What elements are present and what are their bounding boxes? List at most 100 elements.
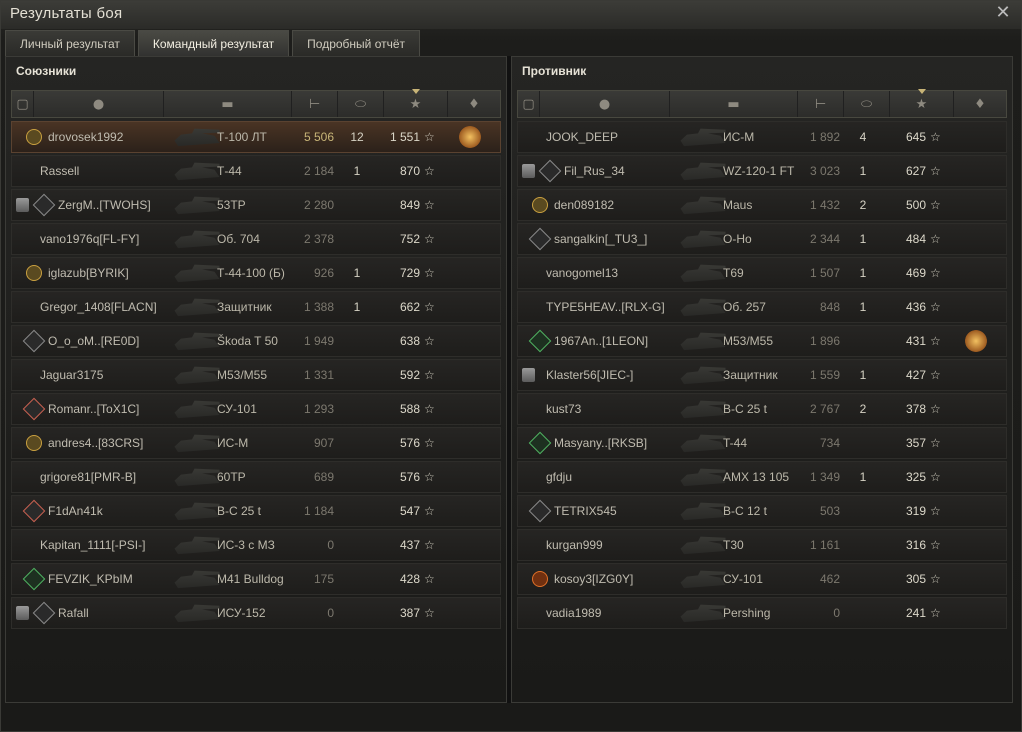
tank-icon[interactable]: ▬ [670,91,798,117]
damage-value: 1 293 [303,402,334,416]
player-row[interactable]: vanogomel13 T69 1 507 1 469 ☆ [517,257,1007,289]
xp-value: 547 [399,504,420,518]
kills-value [342,394,372,424]
squad-icon[interactable]: ▢ [12,91,34,117]
damage-value: 1 388 [303,300,334,314]
player-row[interactable]: Klaster56[JIEC-] Защитник 1 559 1 427 ☆ [517,359,1007,391]
tank-silhouette-icon [174,230,220,249]
player-row[interactable]: grigore81[PMR-B] 60TP 689 576 ☆ [11,461,501,493]
tank-silhouette-icon [174,536,220,555]
player-row[interactable]: JOOK_DEEP ИС-М 1 892 4 645 ☆ [517,121,1007,153]
player-row[interactable]: Rassell Т-44 2 184 1 870 ☆ [11,155,501,187]
medal-icon[interactable]: ♦ [954,91,1006,117]
player-row[interactable]: Romanr..[ToX1C] СУ-101 1 293 588 ☆ [11,393,501,425]
player-row[interactable]: kurgan999 T30 1 161 316 ☆ [517,529,1007,561]
player-row[interactable]: TYPE5HEAV..[RLX-G] Об. 257 848 1 436 ☆ [517,291,1007,323]
damage-value: 5 506 [303,130,334,144]
enemies-header: ▢ ● ▬ ⊢ ⬭ ★ ♦ [517,89,1007,118]
player-row[interactable]: Fil_Rus_34 WZ-120-1 FT 3 023 1 627 ☆ [517,155,1007,187]
player-row[interactable]: Masyany..[RKSB] T-44 734 357 ☆ [517,427,1007,459]
vehicle-name: ИС-М [217,436,249,450]
vehicle-name: B-C 25 t [217,504,262,518]
tab-bar: Личный результат Командный результат Под… [5,30,421,56]
kills-icon[interactable]: ⬭ [844,91,890,117]
kills-value [848,564,878,594]
player-row[interactable]: kosoy3[IZG0Y] СУ-101 462 305 ☆ [517,563,1007,595]
player-name: vano1976q[FL-FY] [40,232,140,246]
tab-team-result[interactable]: Командный результат [137,30,290,56]
player-icon[interactable]: ● [540,91,670,117]
damage-icon[interactable]: ⊢ [798,91,844,117]
rank-badge-icon [528,431,552,455]
vehicle-name: Т-44-100 (Б) [217,266,285,280]
damage-value: 0 [327,606,334,620]
player-row[interactable]: 1967An..[1LEON] M53/M55 1 896 431 ☆ [517,325,1007,357]
kills-icon[interactable]: ⬭ [338,91,384,117]
player-name: Rassell [40,164,80,178]
xp-value: 241 [905,606,926,620]
kills-value [342,530,372,560]
kills-value [342,428,372,458]
player-row[interactable]: F1dAn41k B-C 25 t 1 184 547 ☆ [11,495,501,527]
player-row[interactable]: FEVZIK_KPbIM M41 Bulldog 175 428 ☆ [11,563,501,595]
damage-value: 0 [327,538,334,552]
tank-silhouette-icon [680,128,726,147]
medal-icon[interactable] [459,126,481,148]
player-row[interactable]: gfdju AMX 13 105 1 349 1 325 ☆ [517,461,1007,493]
damage-value: 1 331 [303,368,334,382]
tank-silhouette-icon [174,502,220,521]
xp-value: 431 [905,334,926,348]
player-row[interactable]: den089182 Maus 1 432 2 500 ☆ [517,189,1007,221]
tab-personal-result[interactable]: Личный результат [5,30,135,56]
player-row[interactable]: Rafall ИСУ-152 0 387 ☆ [11,597,501,629]
player-name: Romanr..[ToX1C] [48,402,140,416]
player-row[interactable]: TETRIX545 B-C 12 t 503 319 ☆ [517,495,1007,527]
medal-icon[interactable] [965,330,987,352]
player-row[interactable]: Kapitan_1111[-PSI-] ИС-3 с МЗ 0 437 ☆ [11,529,501,561]
player-row[interactable]: vadia1989 Pershing 0 241 ☆ [517,597,1007,629]
player-row[interactable]: sangalkin[_TU3_] O-Ho 2 344 1 484 ☆ [517,223,1007,255]
tank-silhouette-icon [174,604,220,623]
player-icon[interactable]: ● [34,91,164,117]
xp-star-icon[interactable]: ★ [384,89,448,117]
player-name: drovosek1992 [48,130,124,144]
player-row[interactable]: vano1976q[FL-FY] Об. 704 2 378 752 ☆ [11,223,501,255]
player-row[interactable]: iglazub[BYRIK] Т-44-100 (Б) 926 1 729 ☆ [11,257,501,289]
kills-value [342,224,372,254]
kills-value [342,496,372,526]
xp-value: 357 [905,436,926,450]
xp-star-icon: ☆ [424,198,435,212]
medal-icon[interactable]: ♦ [448,91,500,117]
vehicle-name: M53/M55 [723,334,774,348]
vehicle-name: O-Ho [723,232,752,246]
tank-silhouette-icon [680,400,726,419]
xp-star-icon: ☆ [930,572,941,586]
xp-value: 576 [399,436,420,450]
xp-star-icon: ☆ [424,572,435,586]
squad-icon[interactable]: ▢ [518,91,540,117]
xp-star-icon: ☆ [930,538,941,552]
close-icon[interactable]: ✕ [993,3,1013,23]
player-row[interactable]: drovosek1992 Т-100 ЛТ 5 506 12 1 551 ☆ [11,121,501,153]
xp-star-icon[interactable]: ★ [890,89,954,117]
squad-icon [522,368,535,382]
player-row[interactable]: andres4..[83CRS] ИС-М 907 576 ☆ [11,427,501,459]
xp-value: 484 [905,232,926,246]
tank-icon[interactable]: ▬ [164,91,292,117]
xp-star-icon: ☆ [424,232,435,246]
xp-value: 428 [399,572,420,586]
xp-star-icon: ☆ [930,504,941,518]
vehicle-name: Pershing [723,606,771,620]
tank-silhouette-icon [680,264,726,283]
player-row[interactable]: ZergM..[TWOHS] 53TP 2 280 849 ☆ [11,189,501,221]
player-row[interactable]: Jaguar3175 M53/M55 1 331 592 ☆ [11,359,501,391]
player-row[interactable]: Gregor_1408[FLACN] Защитник 1 388 1 662 ☆ [11,291,501,323]
damage-icon[interactable]: ⊢ [292,91,338,117]
damage-value: 1 559 [809,368,840,382]
player-row[interactable]: kust73 B-C 25 t 2 767 2 378 ☆ [517,393,1007,425]
vehicle-name: СУ-101 [723,572,763,586]
xp-star-icon: ☆ [930,402,941,416]
player-name: Rafall [58,606,89,620]
player-row[interactable]: O_o_oM..[RE0D] Škoda T 50 1 949 638 ☆ [11,325,501,357]
tab-detailed-report[interactable]: Подробный отчёт [292,30,421,56]
